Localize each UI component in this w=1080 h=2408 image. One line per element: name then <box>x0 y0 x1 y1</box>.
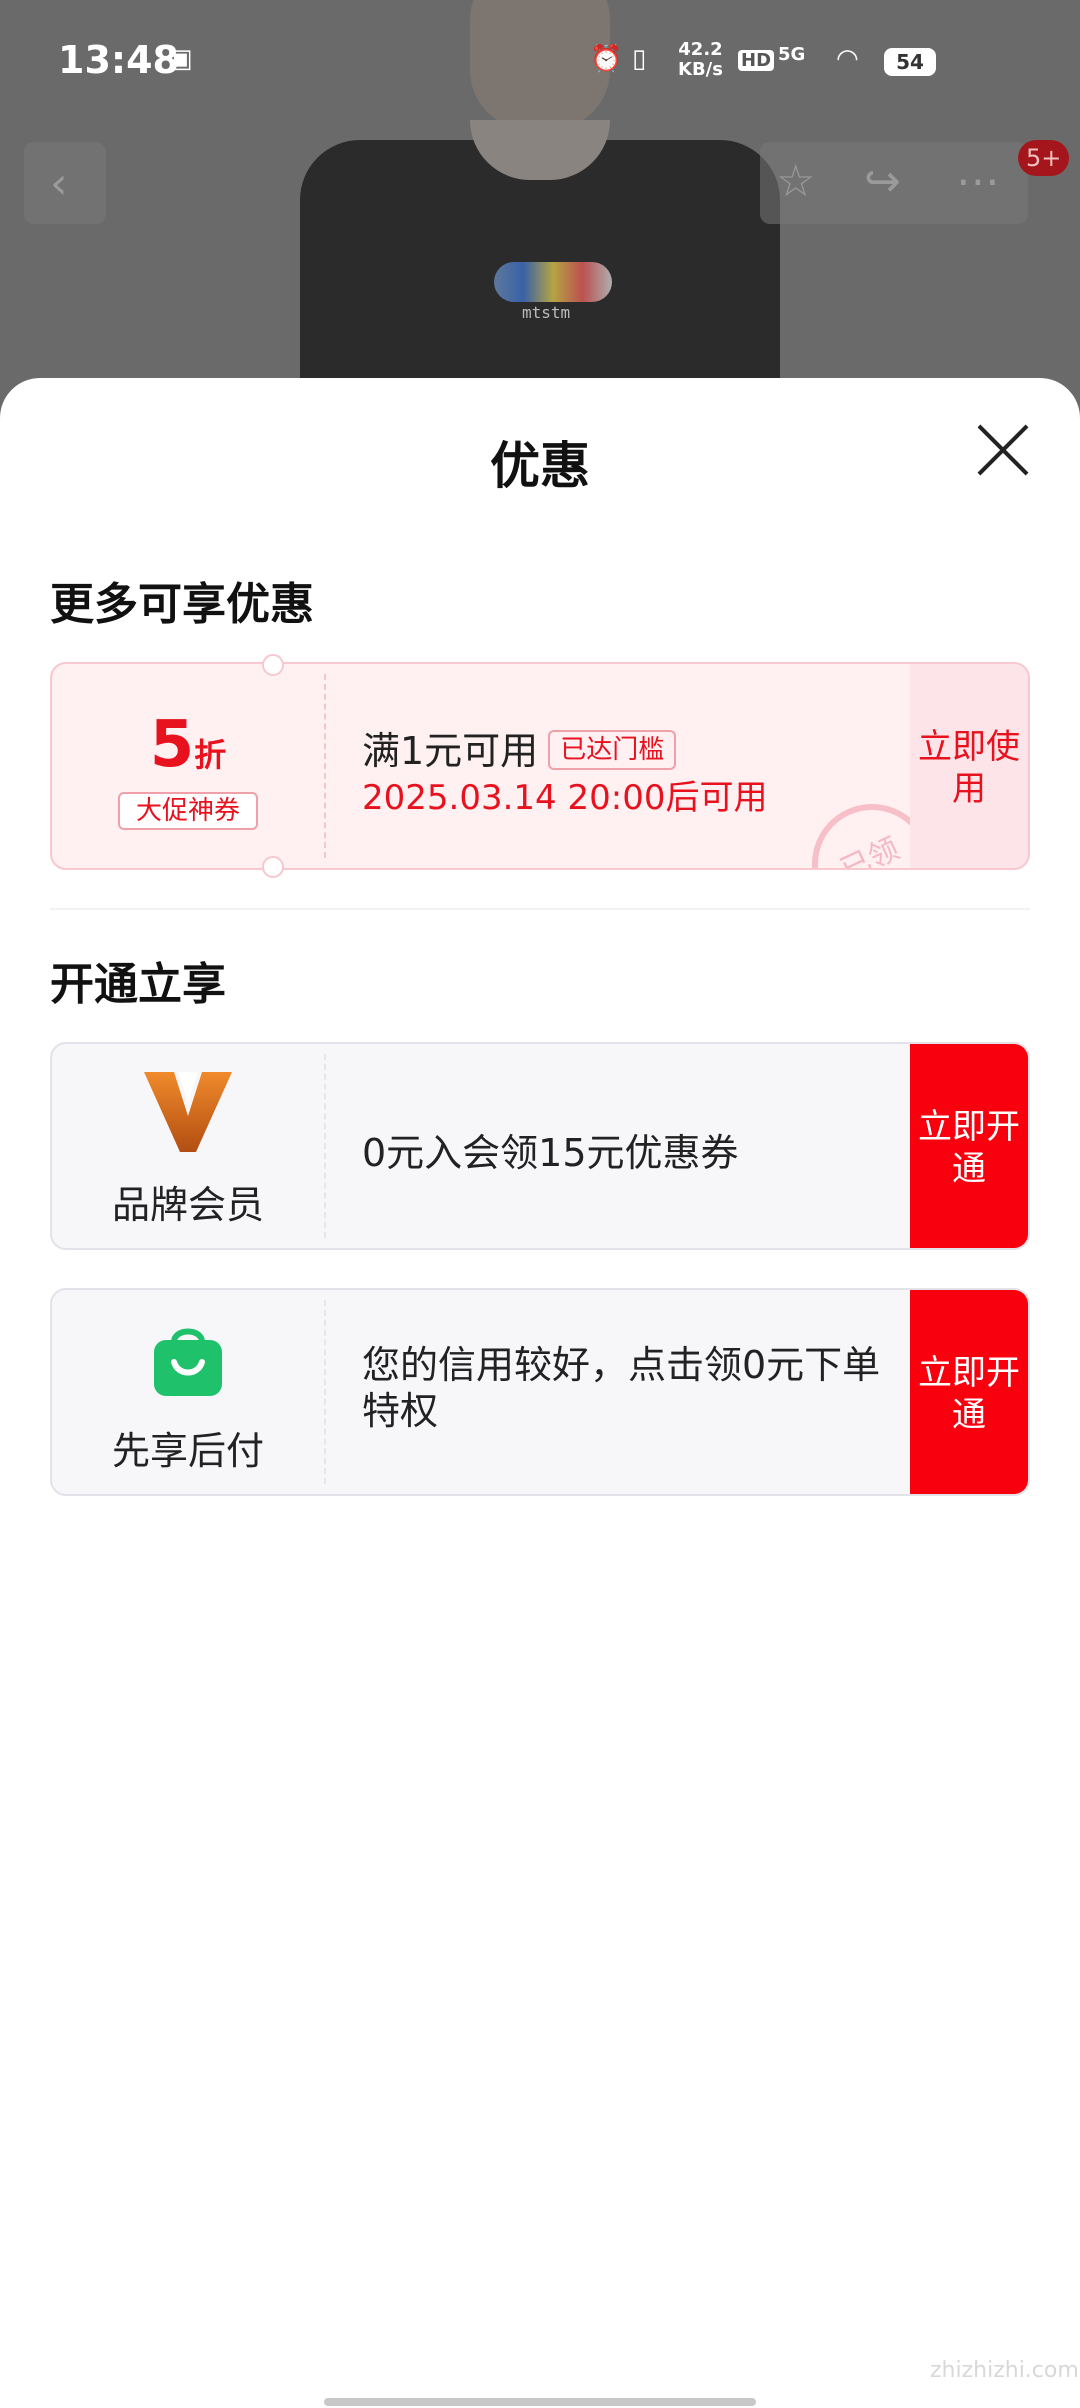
coupon-left: 5折 大促神券 <box>52 664 324 868</box>
coupon-discount: 5折 <box>52 708 324 782</box>
open-member-button[interactable]: 立即开通 <box>910 1044 1028 1248</box>
section-separator <box>50 908 1030 910</box>
coupon-condition: 满1元可用 <box>362 729 539 773</box>
alarm-icon: ⏰ <box>590 44 623 74</box>
coupon-condition-line: 满1元可用 已达门槛 <box>362 720 677 775</box>
coupon-notch-bottom <box>262 856 284 878</box>
share-icon[interactable]: ↪ <box>864 156 901 207</box>
product-page-backdrop: mtstm 13:48 ▣ ⏰ ▯ 42.2 KB/s HD 5G ◠ 54 ‹… <box>0 0 1080 420</box>
brand-v-icon <box>144 1072 232 1152</box>
network-speed-value: 42.2 <box>678 39 723 60</box>
member-left: 品牌会员 <box>52 1044 324 1248</box>
coupon-notch-top <box>262 654 284 676</box>
credit-description: 您的信用较好，点击领0元下单特权 <box>362 1343 881 1433</box>
member-label: 品牌会员 <box>111 1183 264 1227</box>
vibrate-icon: ▯ <box>632 44 647 74</box>
battery-icon: 54 <box>884 48 936 76</box>
section-title-open: 开通立享 <box>50 959 226 1010</box>
credit-left: 先享后付 <box>52 1290 324 1494</box>
sheet-title: 优惠 <box>490 437 590 495</box>
status-bar: 13:48 ▣ ⏰ ▯ 42.2 KB/s HD 5G ◠ 54 <box>0 0 1080 120</box>
chevron-left-icon: ‹ <box>50 158 68 209</box>
threshold-chip: 已达门槛 <box>548 730 677 770</box>
coupon-card[interactable]: 5折 大促神券 满1元可用 已达门槛 2025.03.14 20:00后可用 已领… <box>50 662 1030 870</box>
coupon-tag: 大促神券 <box>118 792 258 830</box>
back-button[interactable]: ‹ <box>24 142 106 224</box>
status-time: 13:48 <box>58 38 179 82</box>
section-title-more: 更多可享优惠 <box>50 579 314 630</box>
credit-label: 先享后付 <box>111 1429 264 1473</box>
more-icon[interactable]: ⋯ <box>956 156 1000 207</box>
coupon-discount-unit: 折 <box>194 736 227 774</box>
member-divider <box>324 1054 326 1238</box>
shirt-print-text: mtstm <box>522 303 571 322</box>
coupon-valid-time: 2025.03.14 20:00后可用 <box>362 778 768 818</box>
star-icon[interactable]: ☆ <box>776 156 815 207</box>
network-speed: 42.2 KB/s <box>678 40 723 80</box>
notification-icon: ▣ <box>168 44 193 74</box>
brand-member-card[interactable]: 品牌会员 0元入会领15元优惠券 立即开通 <box>50 1042 1030 1250</box>
signal-icon: 5G <box>778 44 806 65</box>
wifi-icon: ◠ <box>836 44 859 74</box>
close-icon[interactable] <box>974 422 1030 478</box>
hd-icon: HD <box>738 50 775 71</box>
header-actions: ☆ ↪ ⋯ <box>760 142 1028 224</box>
coupon-divider <box>324 674 326 858</box>
use-now-button[interactable]: 立即使用 <box>910 664 1028 868</box>
pay-later-card[interactable]: 先享后付 您的信用较好，点击领0元下单特权 立即开通 <box>50 1288 1030 1496</box>
credit-divider <box>324 1300 326 1484</box>
open-pay-later-button[interactable]: 立即开通 <box>910 1290 1028 1494</box>
shirt-logo <box>494 262 612 302</box>
member-description: 0元入会领15元优惠券 <box>362 1131 739 1175</box>
network-speed-unit: KB/s <box>678 59 723 80</box>
shopping-bag-icon <box>154 1328 222 1396</box>
watermark: zhizhizhi.com <box>930 2358 1079 2383</box>
home-indicator[interactable] <box>324 2398 756 2406</box>
coupon-discount-value: 5 <box>149 708 195 782</box>
discount-sheet: 优惠 更多可享优惠 5折 大促神券 满1元可用 已达门槛 2025.03.14 2… <box>0 378 1080 2408</box>
message-badge: 5+ <box>1018 140 1070 176</box>
